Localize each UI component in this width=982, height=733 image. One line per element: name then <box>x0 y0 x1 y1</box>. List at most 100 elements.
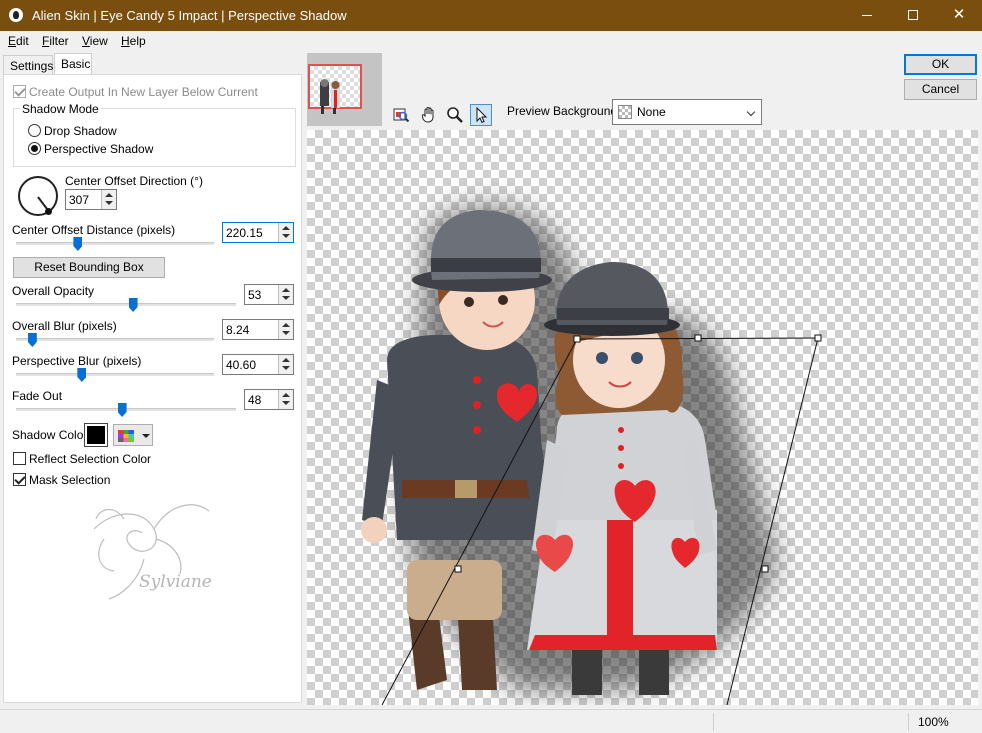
spin-down-icon <box>282 331 290 335</box>
handle-top-middle[interactable] <box>694 334 702 342</box>
distance-slider[interactable] <box>16 242 214 245</box>
direction-spin-arrows[interactable] <box>101 190 116 209</box>
spin-up-icon <box>282 288 290 292</box>
preview-canvas[interactable] <box>307 130 978 705</box>
perspective-blur-spin-arrows[interactable] <box>278 355 293 374</box>
preview-background-select[interactable]: None <box>612 99 762 125</box>
pointer-tool-button[interactable] <box>470 104 492 126</box>
preview-background-value: None <box>637 105 666 119</box>
chevron-down-icon <box>142 434 150 438</box>
reflect-selection-label: Reflect Selection Color <box>29 452 152 466</box>
menu-edit[interactable]: Edit <box>8 34 29 48</box>
distance-spinner[interactable]: 220.15 <box>222 222 294 243</box>
alien-skin-app-icon <box>9 8 23 22</box>
menu-help[interactable]: Help <box>121 34 146 48</box>
perspective-blur-value: 40.60 <box>226 358 257 372</box>
overall-blur-label: Overall Blur (pixels) <box>12 319 117 333</box>
cancel-button[interactable]: Cancel <box>904 79 977 100</box>
thumbnail-figures <box>320 79 340 114</box>
direction-spinner[interactable]: 307 <box>65 189 117 210</box>
reflect-selection-checkbox[interactable] <box>13 452 26 465</box>
navigator-tool-button[interactable] <box>390 104 412 126</box>
direction-value: 307 <box>69 193 90 207</box>
menu-filter-label: ilter <box>49 34 69 48</box>
navigator-viewport[interactable] <box>308 64 362 114</box>
perspective-blur-slider-thumb[interactable] <box>77 368 87 382</box>
opacity-slider-thumb[interactable] <box>128 298 138 312</box>
perspective-blur-spinner[interactable]: 40.60 <box>222 354 294 375</box>
close-button[interactable]: ✕ <box>936 0 982 31</box>
watermark-signature: Sylviane <box>139 572 212 592</box>
distance-label: Center Offset Distance (pixels) <box>12 223 176 237</box>
perspective-blur-slider[interactable] <box>16 373 214 376</box>
navigator-thumbnail[interactable] <box>307 53 382 126</box>
fade-out-slider-thumb[interactable] <box>117 403 127 417</box>
tab-basic[interactable]: Basic <box>54 53 92 75</box>
sylviane-watermark: Sylviane <box>93 504 212 600</box>
maximize-button[interactable] <box>890 0 936 31</box>
fade-out-value: 48 <box>248 393 262 407</box>
perspective-shadow-radio[interactable] <box>28 142 41 155</box>
spin-down-icon <box>282 401 290 405</box>
handle-left-middle[interactable] <box>454 565 462 573</box>
preview-background-label: Preview Background: <box>507 104 621 118</box>
spin-up-icon <box>282 226 290 230</box>
opacity-slider[interactable] <box>16 303 236 306</box>
create-output-checkbox[interactable] <box>13 85 26 98</box>
spin-down-icon <box>282 234 290 238</box>
menu-edit-label: dit <box>16 34 29 48</box>
hand-icon <box>421 107 434 123</box>
handle-top-left[interactable] <box>573 335 581 343</box>
menu-filter[interactable]: Filter <box>42 34 69 48</box>
perspective-shadow-label: Perspective Shadow <box>44 142 154 156</box>
tab-settings[interactable]: Settings <box>3 55 53 75</box>
distance-value: 220.15 <box>226 226 263 240</box>
spin-up-icon <box>282 393 290 397</box>
zoom-icon <box>447 107 463 123</box>
menu-view[interactable]: View <box>82 34 108 48</box>
color-palette-button[interactable] <box>113 424 153 446</box>
create-output-label: Create Output In New Layer Below Current <box>29 85 258 99</box>
spin-up-icon <box>282 358 290 362</box>
fade-out-spinner[interactable]: 48 <box>244 389 294 410</box>
opacity-spin-arrows[interactable] <box>278 285 293 304</box>
distance-slider-thumb[interactable] <box>73 237 83 251</box>
overall-blur-spinner[interactable]: 8.24 <box>222 319 294 340</box>
handle-top-right[interactable] <box>814 334 822 342</box>
spin-up-icon <box>105 193 113 197</box>
mask-selection-label: Mask Selection <box>29 473 111 487</box>
ok-button[interactable]: OK <box>904 54 977 75</box>
status-divider <box>908 713 909 731</box>
direction-dial[interactable] <box>18 176 58 216</box>
overall-blur-slider-thumb[interactable] <box>27 333 37 347</box>
drop-shadow-label: Drop Shadow <box>44 124 117 138</box>
menu-bar: Edit Filter View Help <box>0 31 982 51</box>
handle-right-middle[interactable] <box>761 565 769 573</box>
maximize-icon <box>908 10 918 21</box>
overall-blur-slider[interactable] <box>16 338 214 341</box>
spin-up-icon <box>282 323 290 327</box>
menu-view-label: iew <box>89 34 108 48</box>
hand-tool-button[interactable] <box>418 104 440 126</box>
checkerboard-icon <box>618 105 632 119</box>
overall-blur-spin-arrows[interactable] <box>278 320 293 339</box>
navigator-icon <box>393 108 410 123</box>
distance-spin-arrows[interactable] <box>278 223 293 242</box>
drop-shadow-radio[interactable] <box>28 124 41 137</box>
shadow-color-swatch[interactable] <box>84 423 108 447</box>
fade-out-spin-arrows[interactable] <box>278 390 293 409</box>
zoom-tool-button[interactable] <box>444 104 466 126</box>
opacity-spinner[interactable]: 53 <box>244 284 294 305</box>
fade-out-label: Fade Out <box>12 389 63 403</box>
shadow-color-fill <box>87 426 105 444</box>
shadow-color-label: Shadow Color <box>12 428 88 442</box>
mask-selection-checkbox[interactable] <box>13 473 26 486</box>
minimize-button[interactable] <box>844 0 890 31</box>
reset-bounding-box-button[interactable]: Reset Bounding Box <box>13 257 165 278</box>
basic-settings-panel: Create Output In New Layer Below Current… <box>3 74 302 703</box>
window-title: Alien Skin | Eye Candy 5 Impact | Perspe… <box>32 8 347 23</box>
status-divider <box>713 713 714 731</box>
perspective-blur-label: Perspective Blur (pixels) <box>12 354 142 368</box>
direction-label: Center Offset Direction (°) <box>65 174 203 188</box>
palette-icon <box>118 430 134 442</box>
